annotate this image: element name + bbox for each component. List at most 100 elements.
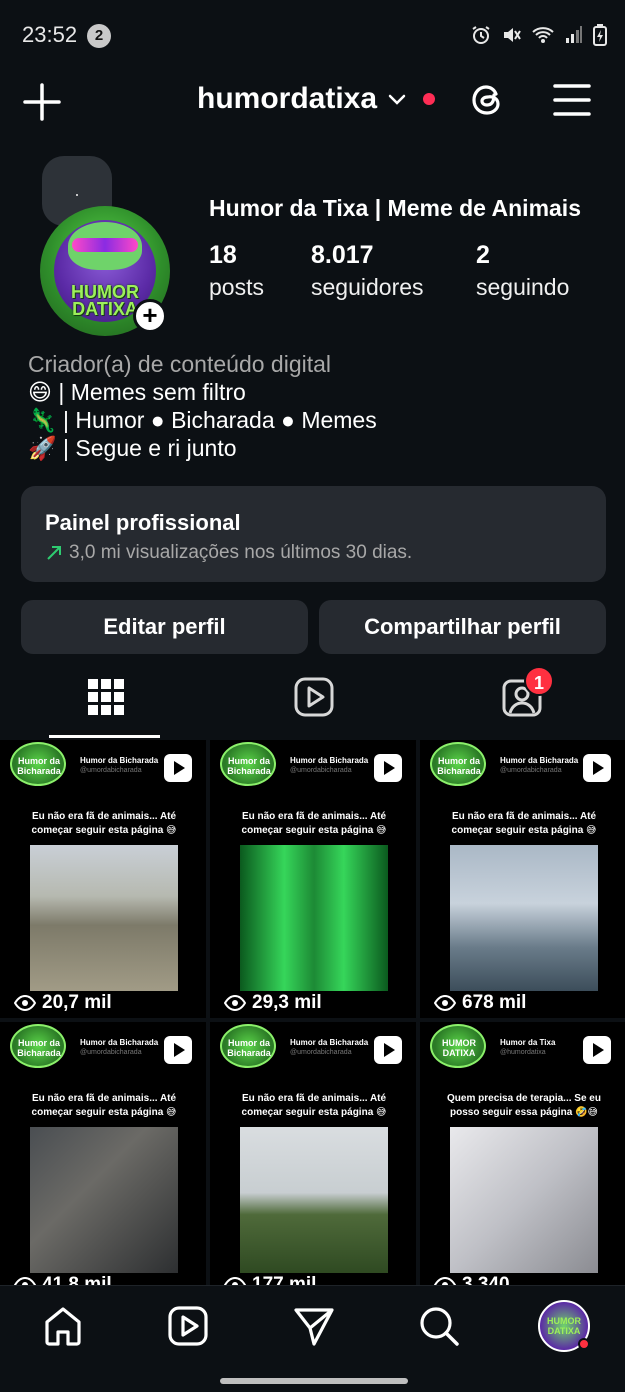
status-time: 23:52: [22, 22, 78, 47]
stat-posts[interactable]: 18 posts: [209, 240, 264, 304]
eye-icon: [14, 1277, 36, 1285]
post-account-logo: Humor da Bicharada: [10, 1024, 66, 1068]
bio-line: 😄 | Memes sem filtro: [28, 379, 246, 405]
notification-dot: [423, 93, 436, 105]
dashboard-title: Painel profissional: [45, 510, 241, 535]
bottom-navigation: HUMOR DATIXA: [0, 1285, 625, 1392]
stat-value: 18: [209, 241, 237, 269]
eye-icon: [434, 995, 456, 1011]
reel-play-icon: [374, 754, 402, 782]
chevron-down-icon: [388, 94, 406, 105]
post-tile[interactable]: Humor da Bicharada Humor da Bicharada @u…: [0, 740, 206, 1018]
edit-profile-button[interactable]: Editar perfil: [21, 600, 308, 654]
views-count: 29,3 mil: [252, 992, 322, 1013]
post-account-handle: @umordabicharada: [80, 1049, 142, 1056]
professional-dashboard[interactable]: Painel profissional 3,0 mi visualizações…: [21, 486, 606, 582]
stat-value: 8.017: [311, 241, 374, 269]
post-account-logo: Humor da Bicharada: [430, 742, 486, 786]
views-count: 41,8 mil: [42, 1274, 112, 1285]
mute-icon: [504, 28, 521, 42]
post-account-logo: Humor da Bicharada: [220, 742, 276, 786]
post-account-handle: @umordabicharada: [80, 767, 142, 774]
views-count: 177 mil: [252, 1274, 317, 1285]
stat-label: seguindo: [476, 274, 570, 300]
post-views: 20,7 mil: [14, 992, 112, 1014]
active-tab-indicator: [49, 735, 160, 738]
reel-play-icon: [164, 754, 192, 782]
post-caption: Quem precisa de terapia... Se eu posso s…: [447, 1093, 601, 1118]
stat-label: seguidores: [311, 274, 424, 300]
search-icon[interactable]: [417, 1304, 461, 1348]
post-account-name: Humor da Tixa: [500, 1038, 556, 1047]
share-profile-button[interactable]: Compartilhar perfil: [319, 600, 606, 654]
reels-icon[interactable]: [166, 1304, 210, 1348]
post-thumbnail: [240, 845, 388, 991]
post-account-name: Humor da Bicharada: [290, 756, 369, 765]
home-icon[interactable]: [41, 1304, 85, 1348]
stat-followers[interactable]: 8.017 seguidores: [311, 240, 424, 304]
reel-play-icon: [583, 1036, 611, 1064]
views-count: 678 mil: [462, 992, 527, 1013]
glasses-shape: [72, 238, 138, 252]
stat-label: posts: [209, 274, 264, 300]
grid-icon[interactable]: [84, 675, 128, 719]
bio-category: Criador(a) de conteúdo digital: [28, 351, 332, 377]
eye-icon: [434, 1277, 456, 1285]
threads-icon[interactable]: [468, 80, 508, 120]
post-account-logo: Humor da Bicharada: [220, 1024, 276, 1068]
plus-icon[interactable]: [22, 82, 62, 122]
dashboard-subtitle: 3,0 mi visualizações nos últimos 30 dias…: [45, 542, 412, 564]
post-caption: Eu não era fã de animais... Até começar …: [451, 811, 597, 836]
post-views: 177 mil: [224, 1274, 316, 1285]
post-account-handle: @humordatixa: [500, 1049, 546, 1056]
trend-up-icon: [47, 546, 61, 560]
eye-icon: [224, 1277, 246, 1285]
wifi-icon: [532, 27, 554, 43]
post-views: 678 mil: [434, 992, 526, 1014]
add-story-button[interactable]: +: [133, 299, 167, 333]
reel-play-icon: [583, 754, 611, 782]
account-switcher[interactable]: humordatixa: [197, 82, 436, 116]
post-thumbnail: [240, 1127, 388, 1273]
stat-following[interactable]: 2 seguindo: [476, 240, 569, 304]
post-caption: Eu não era fã de animais... Até começar …: [241, 1093, 387, 1118]
views-count: 3.340: [462, 1274, 510, 1285]
posts-grid: Humor da Bicharada Humor da Bicharada @u…: [0, 740, 625, 1285]
post-thumbnail: [450, 845, 598, 991]
post-account-name: Humor da Bicharada: [290, 1038, 369, 1047]
dashboard-views-text: 3,0 mi visualizações nos últimos 30 dias…: [69, 542, 413, 563]
post-caption: Eu não era fã de animais... Até começar …: [31, 811, 177, 836]
post-account-logo: Humor da Bicharada: [10, 742, 66, 786]
notification-count-badge: 2: [87, 24, 111, 48]
post-tile[interactable]: Humor da Bicharada Humor da Bicharada @u…: [210, 1022, 416, 1285]
username: humordatixa: [197, 82, 378, 115]
post-tile[interactable]: Humor da Bicharada Humor da Bicharada @u…: [0, 1022, 206, 1285]
post-account-handle: @umordabicharada: [290, 767, 352, 774]
post-tile[interactable]: HUMOR DATIXA Humor da Tixa @humordatixa …: [420, 1022, 625, 1285]
notification-dot: [578, 1338, 590, 1350]
eye-icon: [14, 995, 36, 1011]
post-tile[interactable]: Humor da Bicharada Humor da Bicharada @u…: [420, 740, 625, 1018]
post-views: 41,8 mil: [14, 1274, 112, 1285]
send-icon[interactable]: [292, 1304, 336, 1348]
post-account-name: Humor da Bicharada: [80, 1038, 159, 1047]
menu-icon[interactable]: [552, 82, 592, 118]
post-account-handle: @umordabicharada: [290, 1049, 352, 1056]
post-thumbnail: [30, 845, 178, 991]
post-caption: Eu não era fã de animais... Até começar …: [241, 811, 387, 836]
post-caption: Eu não era fã de animais... Até começar …: [31, 1093, 177, 1118]
post-thumbnail: [30, 1127, 178, 1273]
profile-full-name: Humor da Tixa | Meme de Animais: [209, 195, 581, 221]
post-account-logo: HUMOR DATIXA: [430, 1024, 486, 1068]
tagged-badge: 1: [524, 666, 554, 696]
reel-play-icon: [164, 1036, 192, 1064]
reels-icon[interactable]: [292, 675, 336, 719]
profile-bio: Criador(a) de conteúdo digital 😄 | Memes…: [28, 350, 608, 462]
post-account-name: Humor da Bicharada: [80, 756, 159, 765]
signal-icon: [566, 26, 582, 43]
profile-header: humordatixa: [0, 70, 625, 132]
post-tile[interactable]: Humor da Bicharada Humor da Bicharada @u…: [210, 740, 416, 1018]
bio-line: 🚀 | Segue e ri junto: [28, 435, 237, 461]
home-indicator: [220, 1378, 408, 1384]
post-thumbnail: [450, 1127, 598, 1273]
